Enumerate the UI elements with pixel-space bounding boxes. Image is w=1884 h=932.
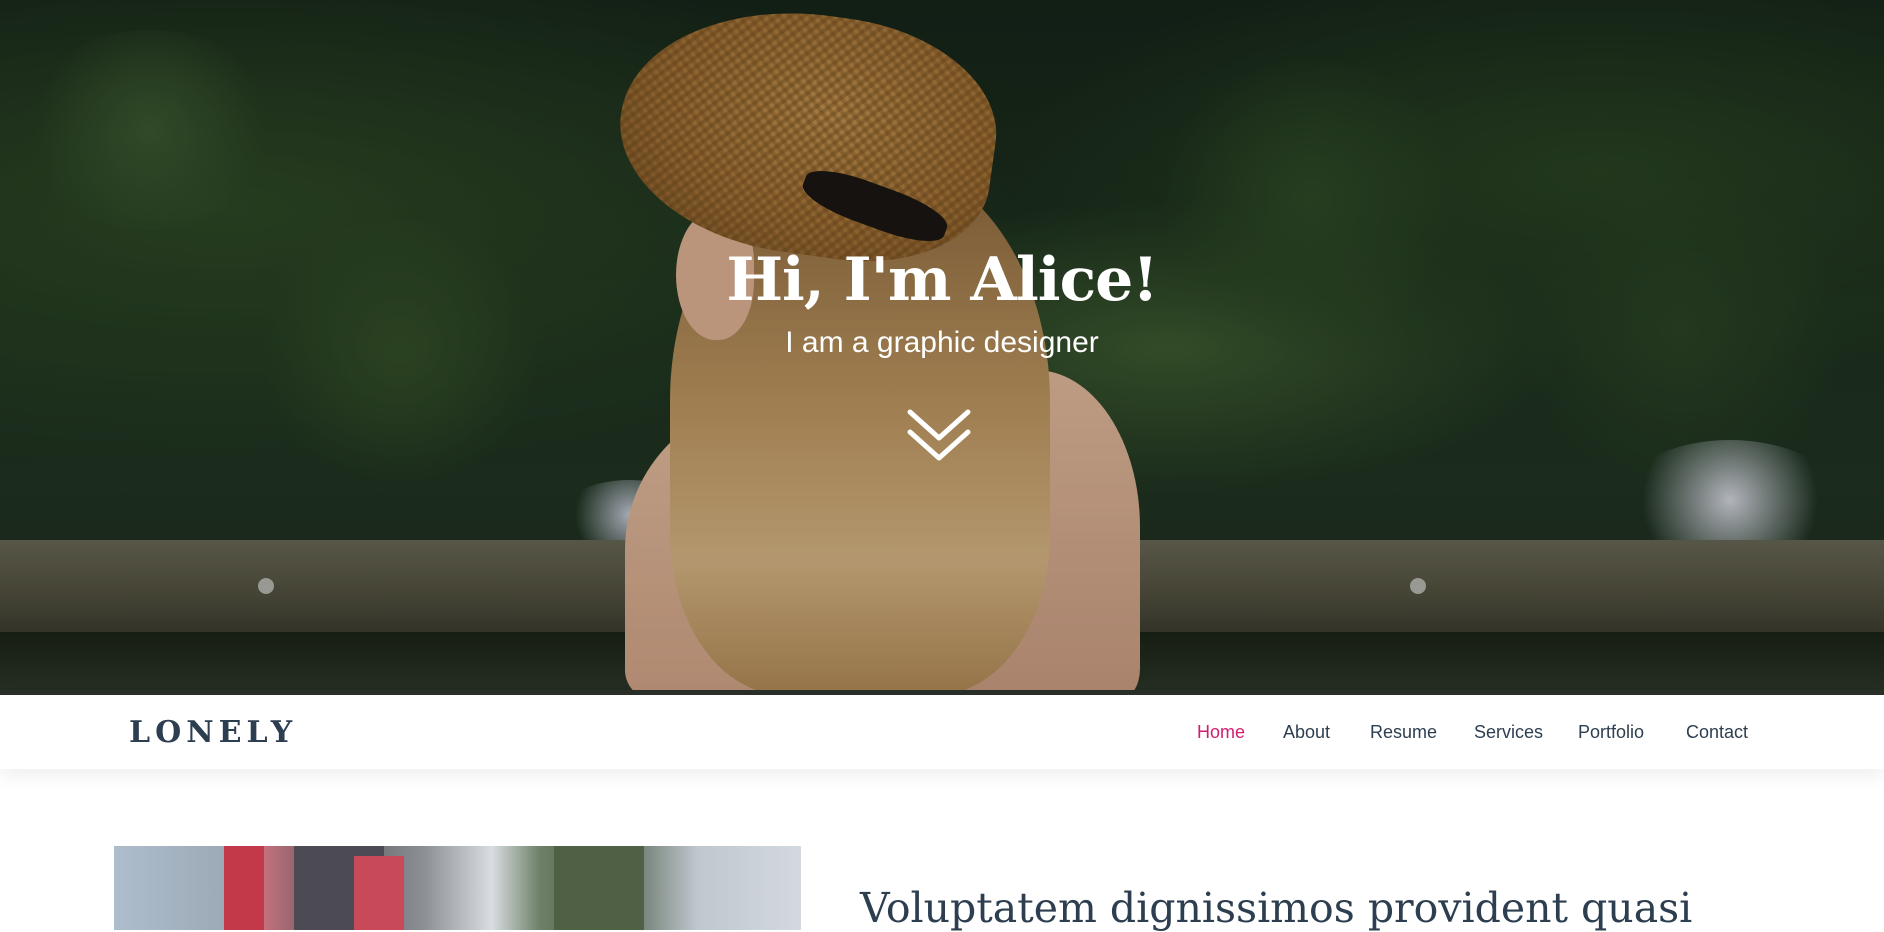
nav-item-portfolio[interactable]: Portfolio	[1578, 722, 1644, 743]
main-navbar: LONELY Home About Resume Services Portfo…	[0, 695, 1884, 769]
image-detail	[224, 846, 264, 930]
site-logo[interactable]: LONELY	[129, 715, 297, 750]
double-chevron-down-icon[interactable]	[904, 406, 974, 466]
nav-item-about[interactable]: About	[1283, 722, 1330, 743]
nav-item-resume[interactable]: Resume	[1370, 722, 1437, 743]
hero-section: Hi, I'm Alice! I am a graphic designer	[0, 0, 1884, 695]
about-heading: Voluptatem dignissimos provident quasi	[860, 884, 1693, 932]
hero-subtitle: I am a graphic designer	[785, 326, 1099, 359]
about-image	[114, 846, 801, 930]
image-detail	[354, 856, 404, 930]
nav-item-home[interactable]: Home	[1197, 722, 1245, 743]
nav-item-contact[interactable]: Contact	[1686, 722, 1748, 743]
image-detail	[554, 846, 644, 930]
hero-title: Hi, I'm Alice!	[726, 245, 1158, 315]
nav-item-services[interactable]: Services	[1474, 722, 1543, 743]
